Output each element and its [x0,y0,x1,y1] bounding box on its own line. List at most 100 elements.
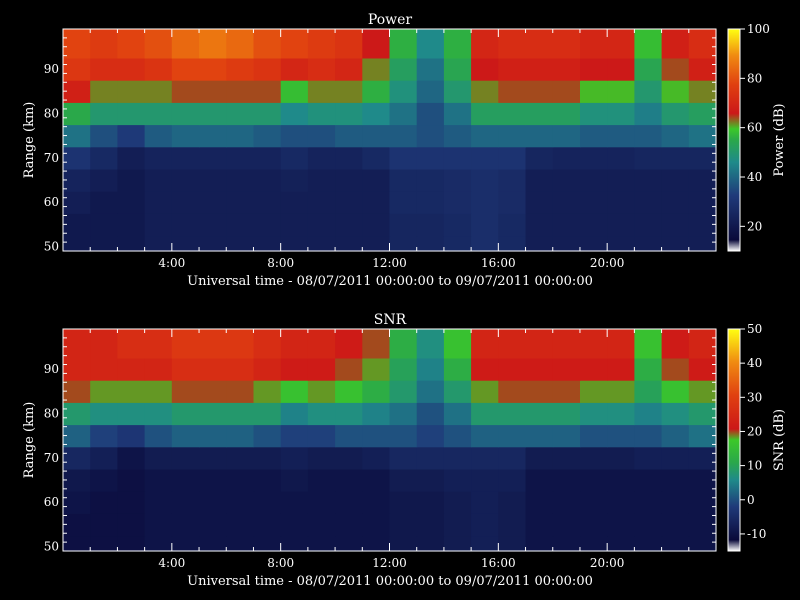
snr-heatmap-cell [443,424,472,448]
power-y-tick-label: 90 [44,62,59,76]
power-heatmap-cell [63,168,91,192]
power-heatmap-cell [661,168,690,192]
power-heatmap-cell [471,80,499,103]
snr-heatmap-cell [199,535,227,552]
snr-heatmap-cell [171,513,200,537]
snr-heatmap-cell [199,446,227,470]
snr-heatmap-cell [307,424,336,448]
power-heatmap-cell [634,146,663,170]
snr-heatmap-cell [144,468,173,492]
snr-heatmap-cell [253,535,282,552]
snr-heatmap-cell [253,424,282,448]
snr-heatmap-cell [144,491,173,514]
power-heatmap-cell [661,213,690,237]
power-heatmap-cell [199,57,227,81]
snr-heatmap-cell [688,446,717,470]
snr-heatmap-cell [307,329,336,359]
snr-heatmap-cell [471,402,499,426]
power-heatmap-cell [416,213,445,237]
snr-y-tick-label: 90 [44,362,59,376]
snr-heatmap-cell [525,357,554,381]
snr-heatmap-cell [443,491,472,514]
power-heatmap-cell [580,235,608,252]
power-heatmap-cell [580,146,608,170]
power-heatmap-cell [552,102,581,126]
power-heatmap-cell [307,124,336,148]
power-colorbar-label: Power (dB) [772,103,787,176]
power-heatmap-cell [416,124,445,148]
power-heatmap-cell [607,235,635,252]
snr-heatmap-cell [335,329,363,359]
power-heatmap-cell [634,213,663,237]
power-heatmap-cell [144,80,173,103]
power-heatmap-cell [661,29,690,59]
power-heatmap-cell [117,57,146,81]
power-heatmap-cell [280,213,309,237]
snr-heatmap-cell [607,402,635,426]
power-heatmap-cell [661,80,690,103]
snr-heatmap-cell [607,329,635,359]
power-heatmap-cell [253,124,282,148]
power-heatmap-cell [335,57,363,81]
snr-heatmap-cell [335,468,363,492]
snr-heatmap-cell [607,491,635,514]
snr-heatmap-cell [226,513,255,537]
power-heatmap-cell [335,191,363,214]
snr-heatmap-cell [90,468,118,492]
snr-heatmap-cell [688,357,717,381]
snr-heatmap-cell [117,468,146,492]
snr-heatmap-cell [63,468,91,492]
power-heatmap-cell [498,168,527,192]
power-heatmap-cell [362,102,391,126]
snr-heatmap-cell [416,491,445,514]
snr-heatmap-cell [226,357,255,381]
snr-heatmap-cell [607,468,635,492]
power-heatmap-cell [90,168,118,192]
snr-heatmap-cell [144,380,173,403]
power-heatmap-cell [634,124,663,148]
power-y-tick-label: 50 [44,240,59,254]
snr-heatmap-cell [389,535,418,552]
snr-heatmap-cell [552,357,581,381]
power-colorbar [727,28,741,252]
power-heatmap-cell [253,191,282,214]
power-heatmap-cell [471,191,499,214]
power-heatmap-cell [171,191,200,214]
power-x-tick-label: 12:00 [372,256,407,270]
snr-heatmap-cell [552,535,581,552]
snr-heatmap-cell [471,535,499,552]
snr-heatmap-cell [280,535,309,552]
snr-heatmap-cell [117,446,146,470]
snr-heatmap-cell [525,329,554,359]
power-x-tick-label: 8:00 [267,256,294,270]
power-heatmap-cell [525,124,554,148]
power-heatmap-cell [552,80,581,103]
snr-y-tick-label: 50 [44,540,59,554]
snr-heatmap-cell [552,468,581,492]
snr-heatmap-cell [661,357,690,381]
power-heatmap-cell [63,146,91,170]
snr-heatmap-cell [171,535,200,552]
snr-heatmap-cell [117,513,146,537]
snr-heatmap-cell [63,424,91,448]
power-colorbar-tick-label: 40 [747,170,762,184]
snr-heatmap-cell [607,513,635,537]
snr-y-tick-label: 60 [44,495,59,509]
power-heatmap-cell [226,29,255,59]
power-heatmap-cell [688,146,717,170]
power-heatmap-cell [280,29,309,59]
snr-heatmap-cell [661,535,690,552]
power-heatmap-cell [199,168,227,192]
snr-heatmap-cell [63,380,91,403]
power-heatmap-cell [525,191,554,214]
snr-heatmap-cell [226,424,255,448]
snr-heatmap-cell [90,513,118,537]
power-heatmap-cell [117,124,146,148]
snr-heatmap-cell [552,424,581,448]
power-heatmap-cell [552,191,581,214]
snr-heatmap-cell [389,468,418,492]
power-heatmap-cell [661,102,690,126]
power-heatmap-cell [552,146,581,170]
snr-heatmap-cell [443,380,472,403]
power-heatmap-cell [144,191,173,214]
